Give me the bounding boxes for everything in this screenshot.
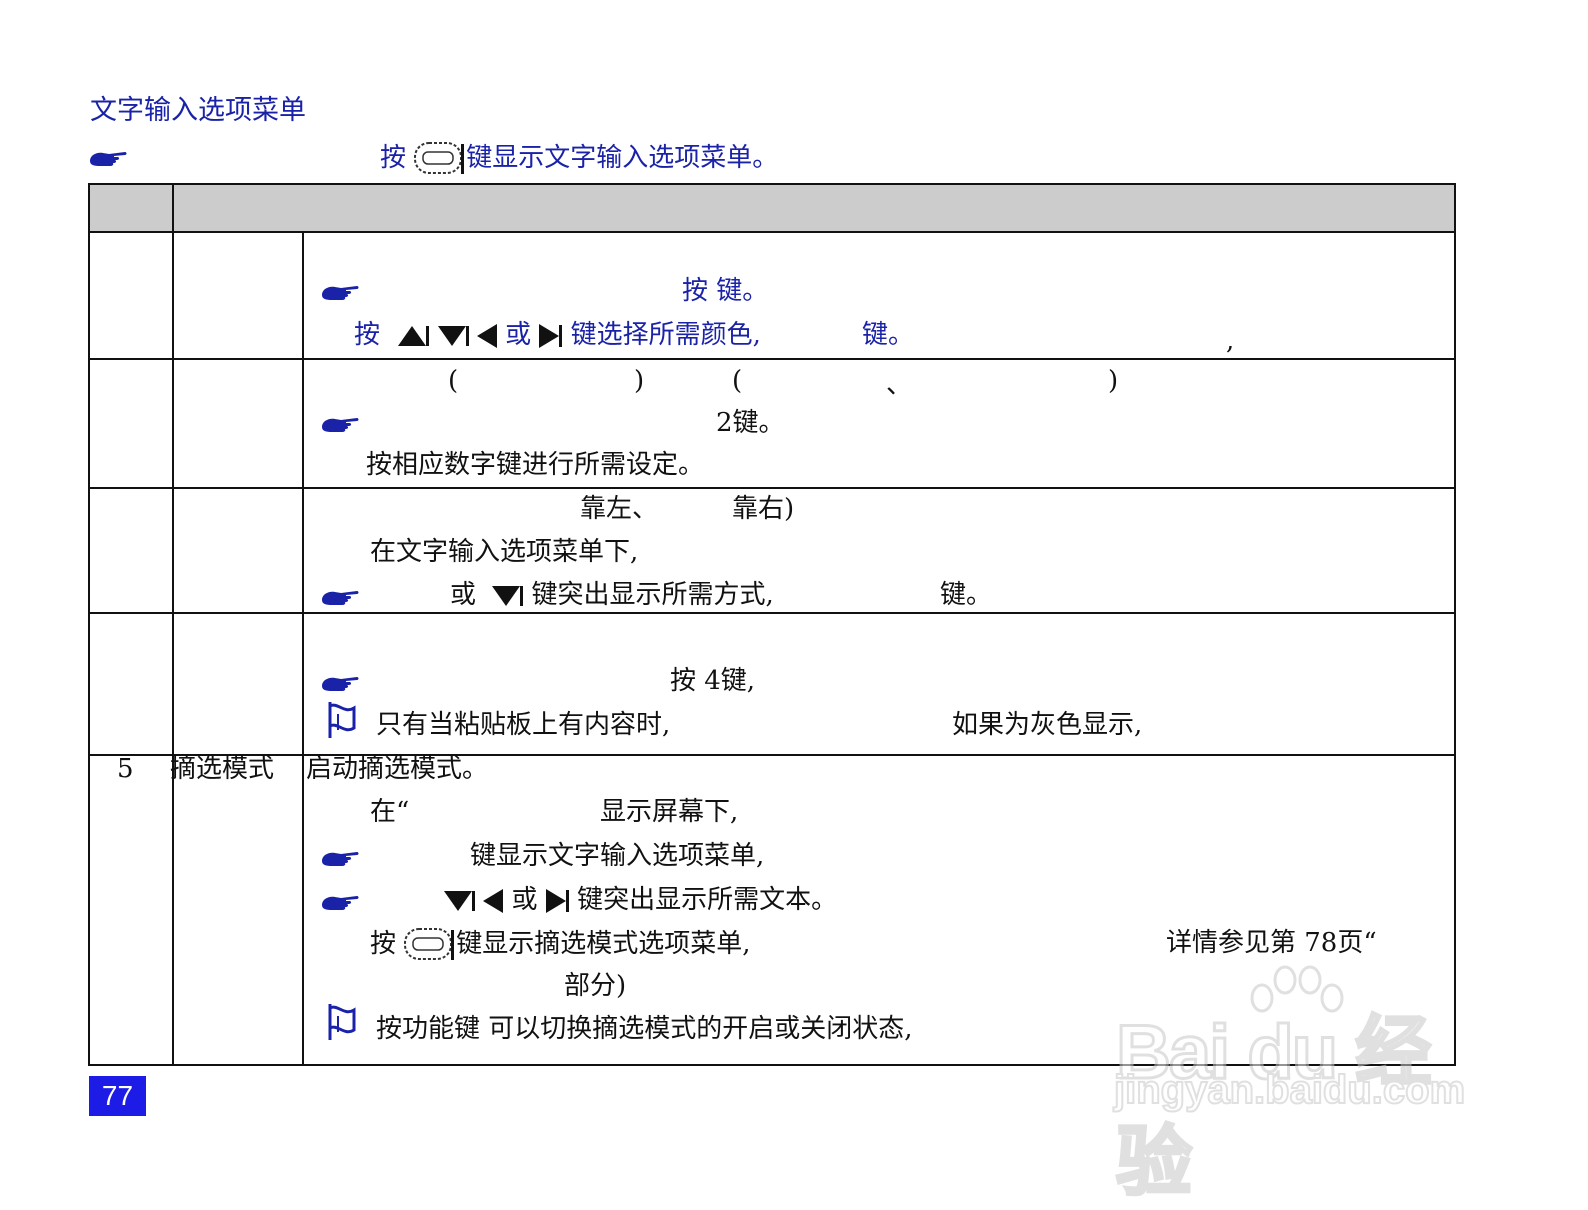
row4-line2a: 只有当粘贴板上有内容时, (376, 710, 671, 740)
row2-line2: 2键。 (716, 408, 785, 438)
header-cell-description (172, 183, 1456, 233)
row2-paren: ( (732, 366, 743, 396)
page-number: 77 (89, 1076, 146, 1116)
intro-rest: 键显示文字输入选项菜单。 (466, 143, 779, 173)
hand-pointer-icon (90, 152, 127, 166)
row-number-cell (88, 754, 174, 1066)
row1-or: 或 (505, 320, 532, 350)
intro-press: 按 (380, 143, 407, 173)
hand-pointer-icon (322, 852, 359, 866)
row1-line2: 按 或 键选择所需颜色, (354, 320, 761, 350)
down-arrow-icon (492, 586, 521, 606)
row-name-cell (172, 231, 304, 360)
down-arrow-icon (437, 326, 466, 346)
row5-press: 按 (370, 929, 397, 959)
hand-pointer-icon (322, 591, 359, 605)
row2-line3: 按相应数字键进行所需设定。 (366, 450, 705, 480)
row3-key-text: 键。 (940, 580, 993, 610)
row-number-cell (88, 487, 174, 614)
row5-line6: 部分) (564, 971, 627, 1001)
row1-line1: 按 键。 (682, 276, 769, 306)
row-number-cell (88, 231, 174, 360)
row4-line2b: 如果为灰色显示, (952, 710, 1143, 740)
row5-or: 或 (511, 885, 538, 915)
key-edge (520, 586, 524, 606)
section-title: 文字输入选项菜单 (90, 95, 306, 126)
key-edge (559, 325, 563, 347)
up-arrow-icon (398, 326, 427, 346)
intro-line: 按 键显示文字输入选项菜单。 (380, 142, 778, 176)
row5-line7: 按功能键 可以切换摘选模式的开启或关闭状态, (376, 1014, 913, 1044)
right-arrow-icon (545, 889, 566, 913)
table-row (88, 612, 1456, 756)
baidu-watermark: Bai du 经验 jingyan.baidu.com (1110, 960, 1480, 1207)
key-edge (565, 890, 569, 912)
table-header-row (88, 183, 1456, 233)
menu-key-icon (404, 928, 456, 961)
table-row (88, 231, 1456, 360)
row5-name: 摘选模式 (170, 754, 275, 784)
hand-pointer-icon (322, 677, 359, 691)
row5-ref-text: 详情参见第 78页“ (1166, 928, 1377, 958)
row4-line1: 按 4键, (670, 666, 756, 696)
row3-line2: 在文字输入选项菜单下, (370, 537, 639, 567)
row2-paren: 、 (886, 370, 913, 400)
row5-highlight-text: 键突出显示所需文本。 (577, 885, 838, 915)
key-edge (472, 891, 475, 911)
down-arrow-icon (444, 891, 472, 911)
row5-line1: 启动摘选模式。 (306, 754, 489, 784)
row2-paren: ( (448, 366, 459, 396)
hand-pointer-icon (322, 286, 359, 300)
row1-select-text: 键选择所需颜色, (570, 320, 761, 350)
row3-left: 靠左、 (580, 494, 659, 524)
row3-or: 或 (450, 580, 477, 610)
key-edge (426, 326, 430, 346)
row-name-cell (172, 358, 304, 489)
note-icon (328, 1002, 356, 1042)
row1-comma: , (1226, 326, 1235, 356)
row-name-cell (172, 754, 304, 1066)
row-name-cell (172, 487, 304, 614)
hand-pointer-icon (322, 418, 359, 432)
row5-line4: 或 键突出显示所需文本。 (444, 885, 837, 915)
row2-paren: ) (1108, 366, 1119, 396)
right-arrow-icon (539, 324, 560, 348)
watermark-line2: jingyan.baidu.com (1113, 1067, 1466, 1113)
row5-number: 5 (117, 754, 134, 784)
key-edge (465, 326, 469, 346)
row3-line3: 或 键突出显示所需方式, (450, 580, 774, 610)
menu-key-icon (414, 142, 466, 175)
header-cell-number (88, 183, 174, 233)
row2-paren: ) (634, 366, 645, 396)
row5-menu-text: 键显示摘选模式选项菜单, (456, 929, 751, 959)
row-number-cell (88, 612, 174, 756)
left-arrow-icon (483, 889, 504, 913)
row-name-cell (172, 612, 304, 756)
row-number-cell (88, 358, 174, 489)
row3-right: 靠右) (732, 494, 795, 524)
row1-key-text: 键。 (862, 320, 915, 350)
row5-line3: 键显示文字输入选项菜单, (470, 841, 765, 871)
note-icon (328, 700, 356, 740)
row5-line2a: 在“ (370, 797, 410, 827)
row3-highlight-text: 键突出显示所需方式, (531, 580, 774, 610)
hand-pointer-icon (322, 896, 359, 910)
row5-line2b: 显示屏幕下, (600, 797, 739, 827)
row1-press: 按 (354, 320, 381, 350)
left-arrow-icon (476, 324, 497, 348)
row5-line5: 按 键显示摘选模式选项菜单, (370, 928, 751, 962)
